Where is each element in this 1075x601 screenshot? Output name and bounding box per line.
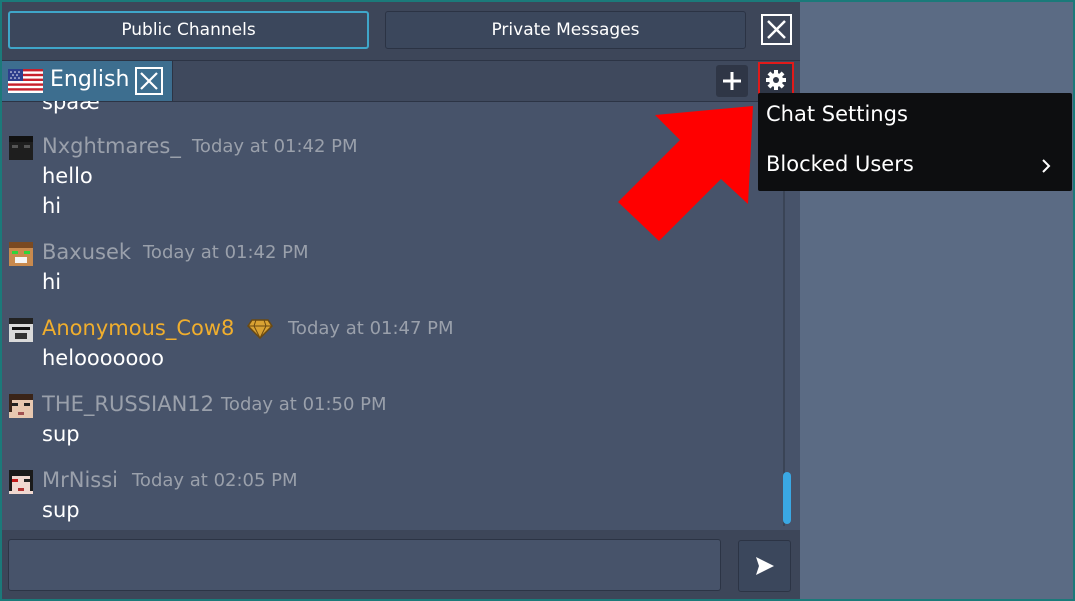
scrollbar-thumb[interactable] bbox=[783, 472, 791, 524]
message-line: hello bbox=[42, 164, 93, 188]
timestamp: Today at 01:42 PM bbox=[192, 136, 358, 157]
menu-item-chat-settings[interactable]: Chat Settings bbox=[766, 102, 908, 126]
add-channel-button[interactable] bbox=[716, 65, 748, 97]
message-line: sup bbox=[42, 498, 80, 522]
send-button[interactable] bbox=[738, 540, 791, 592]
tab-public-channels-label: Public Channels bbox=[121, 20, 256, 40]
settings-dropdown-menu: Chat Settings Blocked Users bbox=[758, 93, 1072, 191]
message-line: hi bbox=[42, 270, 62, 294]
red-arrow-icon bbox=[618, 106, 753, 241]
avatar bbox=[9, 136, 33, 160]
tab-private-messages[interactable]: Private Messages bbox=[385, 11, 746, 49]
chat-panel: Public Channels Private Messages English… bbox=[2, 2, 800, 599]
username[interactable]: MrNissi bbox=[42, 468, 118, 492]
avatar bbox=[9, 242, 33, 266]
close-channel-button[interactable] bbox=[135, 67, 163, 95]
message-line: spaæ bbox=[42, 101, 100, 114]
gear-icon bbox=[766, 70, 786, 90]
plus-icon bbox=[723, 72, 741, 90]
close-chat-button[interactable] bbox=[761, 14, 792, 45]
username[interactable]: Baxusek bbox=[42, 240, 131, 264]
timestamp: Today at 01:50 PM bbox=[221, 394, 387, 415]
channel-name: English bbox=[50, 67, 130, 92]
timestamp: Today at 02:05 PM bbox=[132, 470, 298, 491]
gem-badge-icon bbox=[247, 319, 273, 339]
timestamp: Today at 01:47 PM bbox=[288, 318, 454, 339]
close-icon bbox=[140, 72, 158, 90]
avatar bbox=[9, 470, 33, 494]
us-flag-icon bbox=[8, 69, 43, 93]
channel-tab-english[interactable]: English bbox=[2, 61, 173, 101]
tab-private-messages-label: Private Messages bbox=[491, 20, 640, 40]
avatar bbox=[9, 394, 33, 418]
close-icon bbox=[767, 20, 786, 39]
username[interactable]: Nxghtmares_ bbox=[42, 134, 181, 158]
username[interactable]: Anonymous_Cow8 bbox=[42, 316, 234, 340]
tab-public-channels[interactable]: Public Channels bbox=[8, 11, 369, 49]
chevron-right-icon bbox=[1042, 159, 1051, 173]
channel-bar: English bbox=[2, 60, 800, 102]
send-icon bbox=[756, 557, 774, 575]
message-line: hi bbox=[42, 194, 62, 218]
input-bar bbox=[2, 530, 800, 599]
message-line: helooooooo bbox=[42, 346, 165, 370]
top-tab-bar: Public Channels Private Messages bbox=[2, 2, 800, 60]
username[interactable]: THE_RUSSIAN12 bbox=[42, 392, 214, 416]
message-line: sup bbox=[42, 422, 80, 446]
chat-input[interactable] bbox=[8, 539, 721, 591]
avatar bbox=[9, 318, 33, 342]
timestamp: Today at 01:42 PM bbox=[143, 242, 309, 263]
menu-item-blocked-users[interactable]: Blocked Users bbox=[766, 152, 914, 176]
